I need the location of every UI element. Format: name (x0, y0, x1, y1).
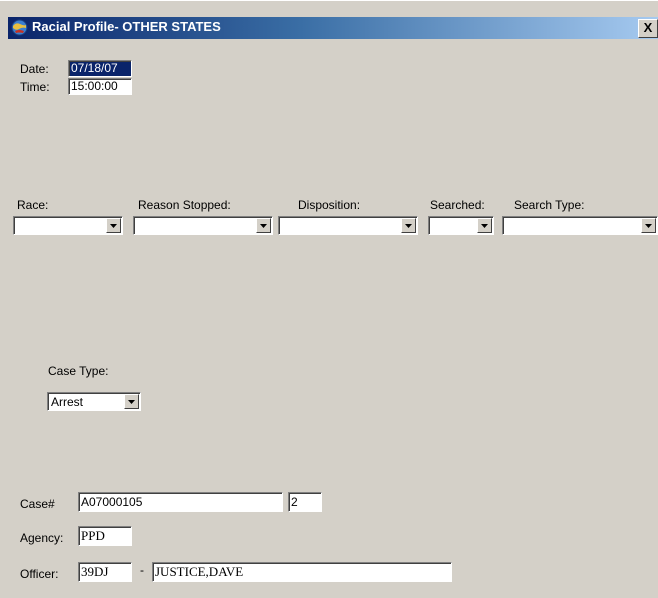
officer-name-field[interactable]: JUSTICE,DAVE (152, 562, 452, 582)
disposition-label: Disposition: (298, 198, 361, 212)
officer-label: Officer: (20, 567, 59, 581)
case-type-dropdown[interactable]: Arrest (47, 392, 141, 411)
searched-dropdown[interactable] (428, 216, 494, 235)
time-label: Time: (20, 80, 50, 94)
chevron-down-icon[interactable] (641, 218, 656, 233)
search-type-label: Search Type: (514, 198, 585, 212)
date-label: Date: (20, 62, 49, 76)
case-number-field[interactable]: A07000105 (78, 492, 283, 512)
search-type-dropdown[interactable] (502, 216, 658, 235)
agency-field[interactable]: PPD (78, 526, 132, 546)
case-number-label: Case# (20, 497, 55, 511)
case-type-label: Case Type: (48, 364, 109, 378)
window-title: Racial Profile- OTHER STATES (32, 19, 221, 34)
app-globe-icon (11, 19, 28, 36)
time-field[interactable]: 15:00:00 (68, 78, 132, 95)
chevron-down-icon[interactable] (477, 218, 492, 233)
searched-label: Searched: (430, 198, 485, 212)
title-bar[interactable]: Racial Profile- OTHER STATES X (8, 17, 658, 39)
chevron-down-icon[interactable] (124, 394, 139, 409)
reason-stopped-label: Reason Stopped: (138, 198, 231, 212)
agency-label: Agency: (20, 531, 64, 545)
window-top-edge (0, 0, 658, 7)
chevron-down-icon[interactable] (401, 218, 416, 233)
chevron-down-icon[interactable] (106, 218, 121, 233)
officer-id-field[interactable]: 39DJ (78, 562, 132, 582)
case-suffix-field[interactable]: 2 (288, 492, 322, 512)
race-label: Race: (17, 198, 49, 212)
disposition-dropdown[interactable] (278, 216, 418, 235)
racial-profile-window: Racial Profile- OTHER STATES X Date: 07/… (0, 0, 658, 598)
officer-separator: - (140, 563, 144, 577)
date-field[interactable]: 07/18/07 (68, 60, 132, 77)
close-button[interactable]: X (638, 19, 658, 38)
case-type-value: Arrest (51, 395, 84, 409)
reason-stopped-dropdown[interactable] (133, 216, 273, 235)
race-dropdown[interactable] (13, 216, 123, 235)
chevron-down-icon[interactable] (256, 218, 271, 233)
